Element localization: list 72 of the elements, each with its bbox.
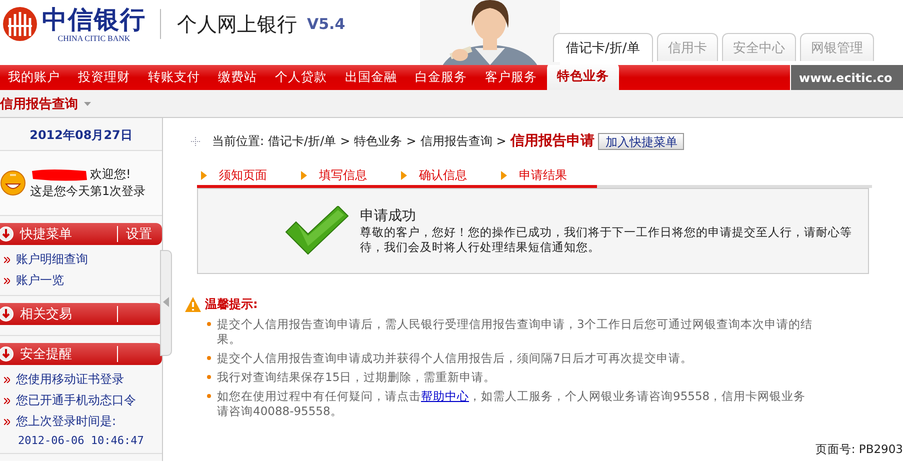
breadcrumb-separator: > — [406, 134, 416, 148]
menu-item[interactable]: 您上次登录时间是: — [0, 413, 162, 430]
down-arrow-icon — [0, 346, 14, 362]
tip-text: 我行对查询结果保存15日，过期删除，需重新申请。 — [217, 370, 496, 385]
double-chevron-icon — [4, 376, 10, 382]
welcome-text: 欢迎您! — [90, 166, 131, 183]
bank-name-english: CHINA CITIC BANK — [58, 34, 130, 42]
redaction-mark — [30, 168, 88, 182]
section-header[interactable]: 快捷菜单 设置 — [0, 223, 162, 245]
menu-item[interactable]: 您使用移动证书登录 — [0, 371, 162, 388]
play-arrow-icon — [301, 171, 307, 180]
location-icon — [191, 136, 200, 146]
down-arrow-icon — [0, 226, 14, 242]
add-shortcut-button[interactable]: 加入快捷菜单 — [598, 132, 684, 150]
tip-text: 提交个人信用报告查询申请成功并获得个人信用报告后，须间隔7日后才可再次提交申请。 — [217, 351, 692, 366]
settings-link[interactable]: 设置 — [126, 225, 162, 243]
nav-item[interactable]: 我的账户 — [0, 65, 70, 90]
bank-name: 中信银行 — [42, 6, 146, 34]
tip-text: 提交个人信用报告查询申请后，需人民银行受理信用报告查询申请，3个工作日后您可通过网银查询本次申请的结果。 — [217, 317, 814, 347]
date-label: 2012年08月27日 — [28, 127, 134, 144]
nav-item[interactable]: 缴费站 — [210, 65, 267, 90]
result-message: 尊敬的客户，您好！您的操作已成功，我们将于下一工作日将您的申请提交至人行，请耐心等待，我们会及时将人行处理结果短信通知您。 — [360, 225, 853, 255]
breadcrumb-link[interactable]: 借记卡/折/单 — [268, 132, 336, 150]
play-arrow-icon — [201, 171, 207, 180]
play-arrow-icon — [401, 171, 407, 180]
double-chevron-icon — [4, 256, 10, 262]
page-number: 页面号: PB2903 — [815, 442, 903, 457]
section-header[interactable]: 相关交易 — [0, 303, 162, 325]
checkmark-icon — [284, 206, 350, 256]
section-tab[interactable]: 借记卡/折/单 — [553, 33, 653, 62]
warning-icon — [185, 297, 201, 312]
version-label: V5.4 — [307, 15, 346, 33]
tip-text: 如您在使用过程中有任何疑问，请点击帮助中心，如需人工服务，个人网银业务请咨询95558，信用卡网银业务请咨询40088-95558。 — [217, 389, 807, 419]
dropdown-caret-icon[interactable] — [84, 102, 91, 106]
breadcrumb-link[interactable]: 特色业务 — [354, 132, 402, 150]
double-chevron-icon — [4, 278, 10, 284]
menu-item[interactable]: 账户明细查询 — [0, 251, 162, 268]
last-login-time: 2012-06-06 10:46:47 — [17, 434, 145, 447]
nav-item[interactable]: 个人贷款 — [267, 65, 337, 90]
nav-item[interactable]: 客户服务 — [477, 65, 547, 90]
current-page: 信用报告申请 — [510, 132, 594, 150]
bullet-icon — [207, 356, 211, 360]
nav-item[interactable]: 出国金融 — [337, 65, 407, 90]
down-arrow-icon — [0, 306, 14, 322]
menu-item[interactable]: 您已开通手机动态口令 — [0, 392, 162, 409]
nav-item[interactable]: 白金服务 — [407, 65, 477, 90]
nav-item[interactable]: 特色业务 — [547, 63, 619, 90]
bullet-icon — [207, 322, 211, 326]
double-chevron-icon — [4, 418, 10, 424]
bullet-icon — [207, 375, 211, 379]
product-title: 个人网上银行 — [177, 10, 297, 38]
breadcrumb-separator: > — [496, 134, 506, 148]
nav-item[interactable]: 投资理财 — [70, 65, 140, 90]
double-chevron-icon — [4, 398, 10, 404]
section-tab[interactable]: 网银管理 — [800, 33, 874, 61]
nav-item[interactable]: 转账支付 — [140, 65, 210, 90]
collapse-arrow-icon[interactable] — [163, 297, 169, 307]
result-title: 申请成功 — [360, 207, 417, 225]
help-center-link[interactable]: 帮助中心 — [421, 389, 469, 403]
breadcrumb-separator: > — [340, 134, 350, 148]
section-tab[interactable]: 信用卡 — [656, 33, 718, 61]
breadcrumb-link[interactable]: 信用报告查询 — [420, 132, 492, 150]
play-arrow-icon — [501, 171, 507, 180]
breadcrumb-label: 当前位置: — [212, 132, 264, 150]
login-note: 这是您今天第1次登录 — [30, 183, 146, 200]
section-tab[interactable]: 安全中心 — [722, 33, 796, 61]
menu-item[interactable]: 账户一览 — [0, 272, 162, 289]
section-header[interactable]: 安全提醒 — [0, 343, 162, 365]
tips-title: 温馨提示: — [205, 296, 258, 313]
collapse-handle[interactable] — [160, 250, 172, 356]
website-label: www.ecitic.co — [790, 65, 903, 90]
bullet-icon — [207, 394, 211, 398]
